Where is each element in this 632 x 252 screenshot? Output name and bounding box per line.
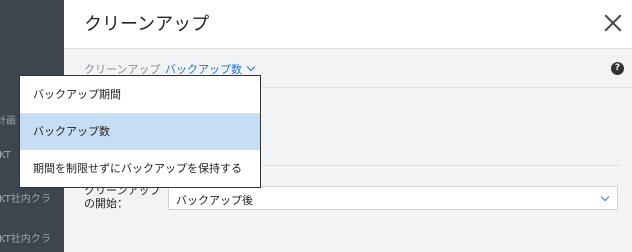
cleanup-start-value: バックアップ後 — [176, 194, 253, 207]
dropdown-item-backup-count[interactable]: バックアップ数 — [20, 113, 260, 150]
dropdown-item-keep-unlimited[interactable]: 期間を制限せずにバックアップを保持する — [20, 150, 260, 187]
background-text: IKT社内クラ — [0, 194, 51, 205]
cleanup-mode-dropdown: バックアップ期間 バックアップ数 期間を制限せずにバックアップを保持する — [19, 75, 261, 188]
chevron-down-icon — [246, 62, 256, 72]
page-title: クリーンアップ — [84, 14, 210, 35]
background-text: 計画 — [0, 116, 16, 127]
cleanup-start-select[interactable]: バックアップ後 — [168, 186, 618, 210]
panel-header: クリーンアップ — [64, 0, 632, 49]
background-text: IKT — [0, 150, 11, 161]
close-icon[interactable] — [602, 12, 624, 34]
background-text: IKT社内クラ — [0, 234, 51, 245]
chevron-down-icon — [600, 192, 610, 202]
dropdown-item-backup-period[interactable]: バックアップ期間 — [20, 76, 260, 113]
help-icon[interactable]: ? — [611, 62, 624, 75]
